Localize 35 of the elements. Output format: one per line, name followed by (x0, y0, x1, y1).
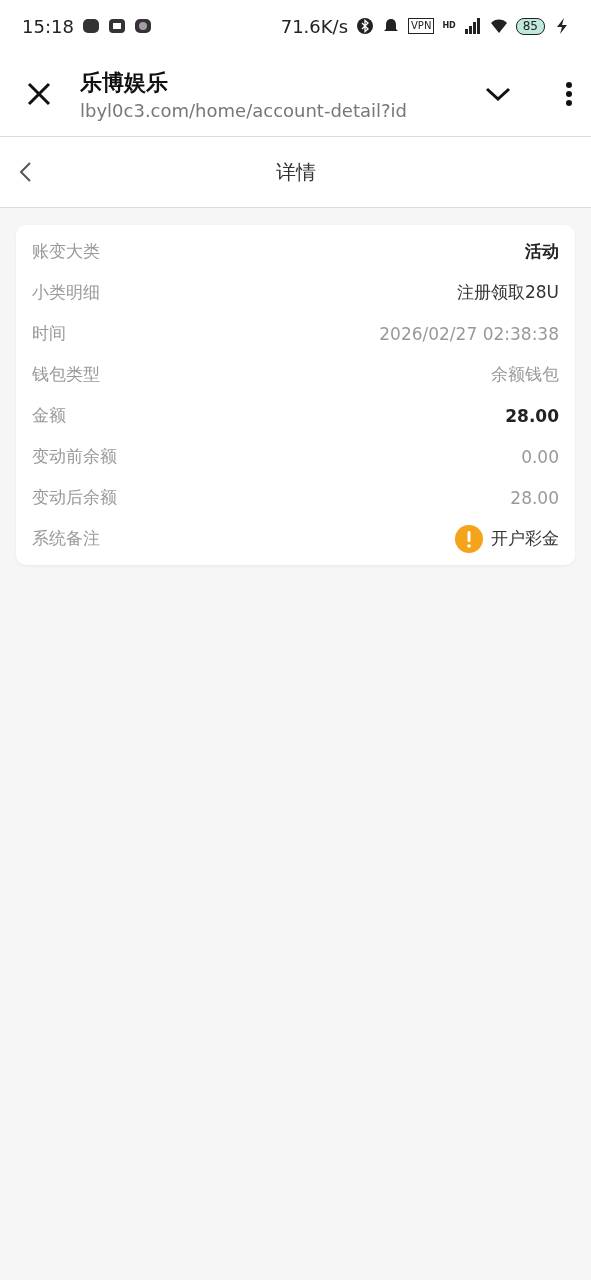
detail-value: 2026/02/27 02:38:38 (379, 323, 559, 344)
detail-value: 28.00 (505, 405, 559, 426)
detail-label: 小类明细 (32, 281, 100, 304)
detail-value: 开户彩金 (491, 527, 559, 550)
back-icon[interactable] (18, 161, 32, 183)
app-icon (81, 17, 100, 35)
app-icon (107, 17, 126, 35)
detail-label: 账变大类 (32, 240, 100, 263)
app-icon (133, 17, 152, 35)
screen-title: 详情 (275, 158, 316, 186)
detail-label: 时间 (32, 322, 66, 345)
warning-icon (455, 524, 483, 553)
detail-value: 余额钱包 (491, 363, 559, 386)
hd-indicator: HD (442, 21, 456, 31)
detail-value: 注册领取28U (456, 281, 559, 304)
page-url: lbyl0c3.com/home/account-detail?id (80, 99, 408, 121)
detail-label: 系统备注 (32, 527, 100, 550)
detail-label: 变动前余额 (32, 445, 117, 468)
detail-label: 金额 (32, 404, 66, 427)
wifi-icon (489, 17, 508, 35)
detail-value: 0.00 (521, 446, 559, 467)
network-speed: 71.6K/s (280, 15, 348, 37)
bluetooth-icon (356, 17, 374, 35)
vpn-indicator: VPN (408, 18, 435, 34)
battery-indicator: 85 (515, 17, 545, 35)
detail-value: 活动 (525, 240, 559, 263)
more-icon[interactable] (565, 81, 573, 107)
detail-label: 钱包类型 (32, 363, 100, 386)
close-icon[interactable] (26, 81, 52, 107)
clock: 15:18 (22, 15, 74, 37)
chevron-down-icon[interactable] (485, 86, 511, 102)
detail-value: 28.00 (510, 487, 559, 508)
page-title: 乐博娱乐 (80, 68, 169, 97)
signal-icon (463, 17, 482, 35)
detail-label: 变动后余额 (32, 486, 117, 509)
